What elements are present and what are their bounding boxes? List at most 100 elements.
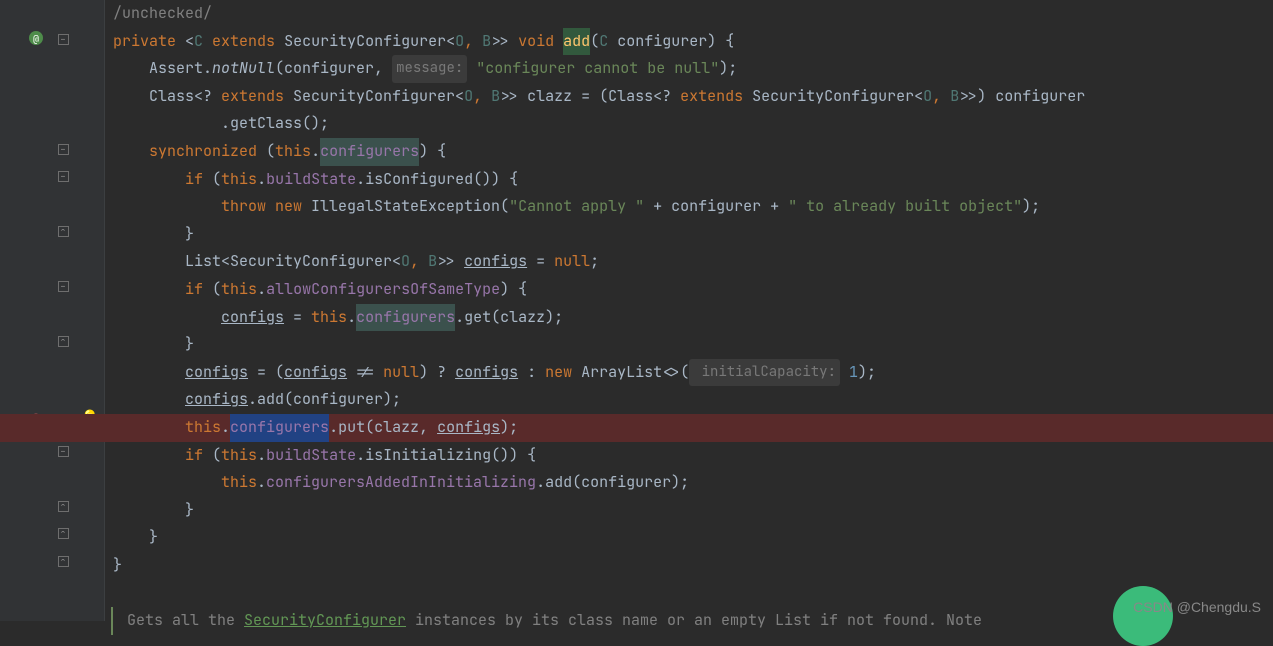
code-text: }	[113, 497, 194, 525]
fold-end-icon[interactable]: ⌃	[55, 333, 71, 349]
code-text: configurers	[230, 414, 329, 442]
code-text: configurers	[320, 138, 419, 166]
code-text: (configurer,	[275, 55, 392, 83]
code-text	[113, 83, 149, 111]
avatar	[1113, 586, 1173, 646]
fold-toggle-icon[interactable]: –	[55, 31, 71, 47]
code-text: extends	[221, 83, 293, 111]
code-text: );	[1022, 193, 1040, 221]
code-text	[113, 55, 149, 83]
code-text: notNull	[212, 55, 275, 83]
code-text	[113, 442, 185, 470]
code-text: 1	[840, 359, 858, 387]
code-text: >>	[491, 28, 518, 56]
code-text: (	[212, 276, 221, 304]
code-text: this	[311, 304, 347, 332]
code-text: null	[383, 359, 419, 387]
code-text: throw	[221, 193, 275, 221]
code-text: this	[221, 442, 257, 470]
code-text: O	[464, 83, 473, 111]
code-text: SecurityConfigurer<	[284, 28, 455, 56]
code-text	[113, 166, 185, 194]
code-text: configs	[284, 359, 347, 387]
code-text: List<SecurityConfigurer<	[185, 248, 401, 276]
fold-toggle-icon[interactable]: –	[55, 443, 71, 459]
code-text: );	[500, 414, 518, 442]
code-text: ;	[590, 248, 599, 276]
fold-end-icon[interactable]: ⌃	[55, 525, 71, 541]
code-text: =	[527, 248, 554, 276]
code-text: O	[923, 83, 932, 111]
code-editor[interactable]: /unchecked/ private <C extends SecurityC…	[105, 0, 1273, 621]
code-text: "configurer cannot be null"	[467, 55, 719, 83]
code-text: configurer) {	[608, 28, 734, 56]
code-text: <	[176, 28, 194, 56]
code-text	[113, 276, 185, 304]
code-text: B	[491, 83, 500, 111]
inlay-hint: message:	[392, 55, 467, 83]
code-text: configurersAddedInInitializing	[266, 469, 536, 497]
code-text: );	[719, 55, 737, 83]
code-text: (	[212, 166, 221, 194]
code-text: null	[554, 248, 590, 276]
code-text	[113, 386, 185, 414]
code-text: extends	[203, 28, 284, 56]
override-marker-icon[interactable]: @	[28, 30, 44, 46]
code-text: }	[113, 221, 194, 249]
code-text: .isConfigured()) {	[356, 166, 518, 194]
code-text: .put(clazz,	[329, 414, 437, 442]
code-text: >> clazz = (Class<?	[500, 83, 680, 111]
code-text: .	[221, 414, 230, 442]
code-text: (	[266, 138, 275, 166]
fold-toggle-icon[interactable]: –	[55, 168, 71, 184]
code-text: ) {	[500, 276, 527, 304]
code-text: }	[113, 524, 158, 552]
code-text: + configurer +	[644, 193, 788, 221]
fold-end-icon[interactable]: ⌃	[55, 553, 71, 569]
code-text: .add(configurer);	[248, 386, 401, 414]
code-text: Class<?	[149, 83, 221, 111]
code-text: = (	[248, 359, 284, 387]
code-text	[113, 248, 185, 276]
code-text: Assert.	[149, 55, 212, 83]
code-text: .	[311, 138, 320, 166]
code-text	[113, 193, 221, 221]
code-text: (	[212, 442, 221, 470]
code-text: configs	[464, 248, 527, 276]
code-text	[113, 304, 221, 332]
code-text	[113, 469, 221, 497]
fold-end-icon[interactable]: ⌃	[55, 223, 71, 239]
code-text: allowConfigurersOfSameType	[266, 276, 500, 304]
code-text: .	[257, 442, 266, 470]
code-text: ,	[410, 248, 428, 276]
code-text: /unchecked/	[113, 0, 212, 28]
fold-toggle-icon[interactable]: –	[55, 141, 71, 157]
code-text: B	[950, 83, 959, 111]
code-text: :	[518, 359, 545, 387]
code-text: .	[257, 469, 266, 497]
code-text	[113, 414, 185, 442]
code-text: new	[545, 359, 581, 387]
code-text: this	[221, 469, 257, 497]
fold-toggle-icon[interactable]: –	[55, 278, 71, 294]
code-text: configs	[437, 414, 500, 442]
code-text	[113, 110, 221, 138]
code-text: .add(configurer);	[536, 469, 689, 497]
inlay-hint: initialCapacity:	[689, 359, 840, 387]
code-text: ArrayList<>(	[581, 359, 689, 387]
code-text: O	[455, 28, 464, 56]
code-text: this	[221, 276, 257, 304]
code-text: if	[185, 442, 212, 470]
code-text: ) {	[419, 138, 446, 166]
code-text: SecurityConfigurer<	[752, 83, 923, 111]
code-text: .	[257, 276, 266, 304]
fold-end-icon[interactable]: ⌃	[55, 498, 71, 514]
code-text: }	[113, 552, 122, 580]
code-text: ,	[464, 28, 482, 56]
code-text: ,	[932, 83, 950, 111]
code-text: " to already built object"	[788, 193, 1022, 221]
code-text: .isInitializing()) {	[356, 442, 536, 470]
code-text: IllegalStateException(	[311, 193, 509, 221]
code-text: }	[113, 331, 194, 359]
code-text: C	[599, 28, 608, 56]
